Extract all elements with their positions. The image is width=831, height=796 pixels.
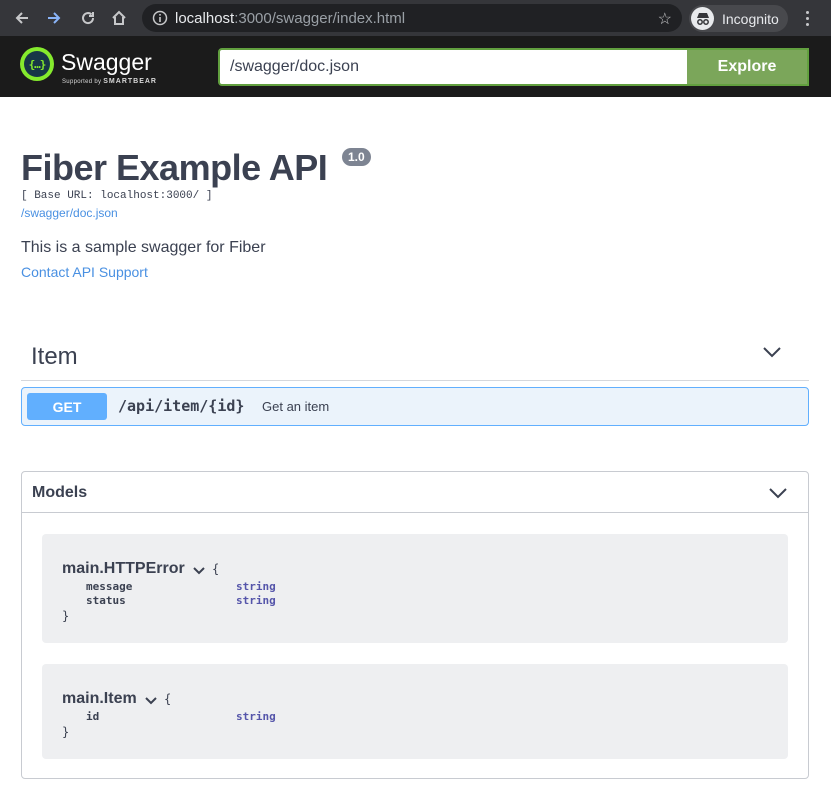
- logo-text: Swagger: [61, 49, 152, 75]
- property-type: string: [236, 594, 276, 607]
- swagger-logo[interactable]: {…} Swagger Supported by SMARTBEAR: [20, 47, 190, 87]
- property-type: string: [236, 710, 276, 723]
- logo-supported: Supported by: [62, 79, 102, 85]
- spec-url-input[interactable]: [220, 50, 687, 84]
- base-url: [ Base URL: localhost:3000/ ]: [21, 190, 213, 202]
- api-description: This is a sample swagger for Fiber: [21, 239, 266, 256]
- version-badge: 1.0: [342, 148, 371, 166]
- explore-button[interactable]: Explore: [687, 50, 807, 84]
- contact-link[interactable]: Contact API Support: [21, 264, 148, 280]
- operation-path: /api/item/{id}: [118, 397, 245, 415]
- address-bar[interactable]: localhost:3000/swagger/index.html ☆: [142, 4, 682, 32]
- chevron-down-icon[interactable]: [145, 696, 157, 705]
- back-arrow-icon[interactable]: [11, 7, 33, 29]
- operation-summary: Get an item: [262, 399, 330, 414]
- models-title: Models: [32, 484, 88, 501]
- model-name[interactable]: main.Item: [62, 690, 137, 708]
- tag-name: Item: [31, 343, 78, 370]
- incognito-icon: [691, 7, 714, 30]
- model-item: main.Item { id string }: [42, 664, 788, 759]
- property-name: status: [86, 594, 126, 607]
- models-header[interactable]: Models: [22, 472, 808, 513]
- open-brace: {: [164, 692, 172, 706]
- logo-brand: SMARTBEAR: [103, 78, 157, 85]
- spec-link[interactable]: /swagger/doc.json: [21, 206, 118, 220]
- property-type: string: [236, 580, 276, 593]
- models-section: Models main.HTTPError { message string s…: [21, 471, 809, 779]
- property-name: id: [86, 710, 100, 723]
- chevron-down-icon[interactable]: [762, 345, 782, 359]
- api-title: Fiber Example API: [21, 147, 328, 188]
- chevron-down-icon[interactable]: [768, 486, 788, 500]
- close-brace: }: [62, 609, 70, 623]
- forward-arrow-icon[interactable]: [43, 7, 65, 29]
- chevron-down-icon[interactable]: [193, 566, 205, 575]
- model-name[interactable]: main.HTTPError: [62, 560, 185, 578]
- browser-toolbar: localhost:3000/swagger/index.html ☆ Inco…: [0, 0, 831, 36]
- swagger-logo-icon: {…}: [20, 47, 54, 81]
- browser-menu-icon[interactable]: [800, 7, 814, 29]
- explore-form: Explore: [218, 48, 809, 86]
- incognito-label: Incognito: [722, 11, 779, 27]
- url-path: :3000/swagger/index.html: [234, 10, 406, 27]
- info-icon[interactable]: [152, 10, 168, 26]
- model-http-error: main.HTTPError { message string status s…: [42, 534, 788, 643]
- reload-icon[interactable]: [77, 7, 99, 29]
- property-name: message: [86, 580, 133, 593]
- swagger-topbar: {…} Swagger Supported by SMARTBEAR Explo…: [0, 36, 831, 97]
- method-badge: GET: [27, 393, 107, 420]
- url-text: localhost:3000/swagger/index.html: [175, 10, 405, 27]
- close-brace: }: [62, 725, 70, 739]
- bookmark-star-icon[interactable]: ☆: [658, 9, 672, 29]
- incognito-indicator[interactable]: Incognito: [689, 5, 788, 32]
- open-brace: {: [212, 562, 220, 576]
- url-host: localhost: [175, 10, 235, 27]
- home-icon[interactable]: [108, 7, 130, 29]
- operation-get-item[interactable]: GET /api/item/{id} Get an item: [21, 387, 809, 426]
- logo-subtitle: Supported by SMARTBEAR: [62, 78, 157, 85]
- tag-section-header[interactable]: Item: [21, 333, 809, 381]
